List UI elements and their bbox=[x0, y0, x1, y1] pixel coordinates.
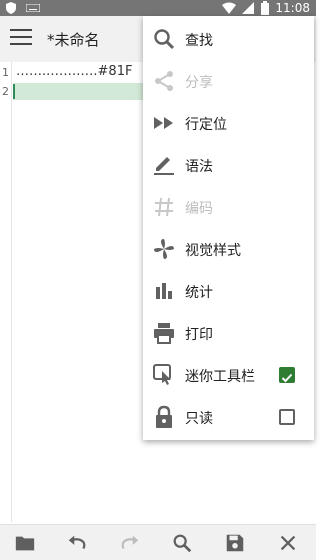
hamburger-menu-icon[interactable] bbox=[10, 29, 32, 49]
bar-chart-icon bbox=[156, 283, 172, 299]
menu-item-encoding[interactable]: 编码 bbox=[143, 186, 314, 228]
keyboard-icon bbox=[26, 4, 40, 12]
screen: 11:08 *未命名 1 2 ……..…….….#81F 查找 分享 行定位 语… bbox=[0, 0, 316, 560]
read-only-checkbox[interactable] bbox=[279, 409, 295, 425]
menu-item-label: 视觉样式 bbox=[185, 243, 241, 259]
editor-line[interactable]: ……..…….….#81F bbox=[16, 64, 132, 79]
menu-item-label: 行定位 bbox=[185, 117, 227, 133]
mini-toolbar-checkbox[interactable] bbox=[279, 367, 295, 383]
menu-item-label: 语法 bbox=[185, 159, 213, 175]
folder-icon[interactable] bbox=[14, 532, 36, 554]
pinwheel-icon bbox=[154, 239, 174, 259]
bottom-toolbar bbox=[0, 524, 316, 560]
share-icon bbox=[155, 71, 173, 91]
menu-item-print[interactable]: 打印 bbox=[143, 312, 314, 354]
hash-icon bbox=[155, 197, 173, 217]
menu-item-syntax[interactable]: 语法 bbox=[143, 144, 314, 186]
save-icon[interactable] bbox=[224, 532, 246, 554]
redo-icon[interactable] bbox=[119, 532, 141, 554]
menu-item-label: 迷你工具栏 bbox=[185, 369, 255, 385]
search-icon bbox=[154, 29, 175, 50]
wifi-icon bbox=[222, 2, 236, 14]
battery-icon bbox=[261, 1, 269, 15]
menu-item-label: 只读 bbox=[185, 411, 213, 427]
close-icon[interactable] bbox=[277, 532, 299, 554]
menu-item-label: 统计 bbox=[185, 285, 213, 301]
menu-item-label: 分享 bbox=[185, 75, 213, 91]
lock-icon bbox=[156, 405, 172, 428]
menu-item-visual-style[interactable]: 视觉样式 bbox=[143, 228, 314, 270]
text-cursor bbox=[13, 84, 15, 99]
menu-item-statistics[interactable]: 统计 bbox=[143, 270, 314, 312]
line-number-gutter: 1 2 bbox=[0, 62, 12, 522]
printer-icon bbox=[154, 323, 174, 344]
signal-icon bbox=[242, 2, 254, 14]
shield-icon bbox=[6, 2, 16, 14]
pen-underline-icon bbox=[154, 157, 174, 175]
fast-forward-icon bbox=[154, 117, 173, 129]
menu-item-label: 编码 bbox=[185, 201, 213, 217]
menu-item-share[interactable]: 分享 bbox=[143, 60, 314, 102]
undo-icon[interactable] bbox=[66, 532, 88, 554]
menu-item-label: 打印 bbox=[185, 327, 213, 343]
menu-item-mini-toolbar[interactable]: 迷你工具栏 bbox=[143, 354, 314, 396]
menu-item-goto-line[interactable]: 行定位 bbox=[143, 102, 314, 144]
menu-item-label: 查找 bbox=[185, 33, 213, 49]
menu-item-read-only[interactable]: 只读 bbox=[143, 396, 314, 438]
line-number: 1 bbox=[2, 66, 9, 79]
touch-app-icon bbox=[153, 364, 171, 385]
line-number: 2 bbox=[2, 85, 9, 98]
document-title: *未命名 bbox=[47, 31, 100, 49]
search-icon[interactable] bbox=[171, 532, 193, 554]
status-bar: 11:08 bbox=[0, 0, 316, 16]
overflow-menu: 查找 分享 行定位 语法 编码 视觉样式 统计 打印 迷你工具栏 只读 bbox=[143, 16, 314, 440]
checkmark-icon bbox=[281, 373, 293, 383]
clock: 11:08 bbox=[275, 1, 310, 15]
menu-item-find[interactable]: 查找 bbox=[143, 18, 314, 60]
